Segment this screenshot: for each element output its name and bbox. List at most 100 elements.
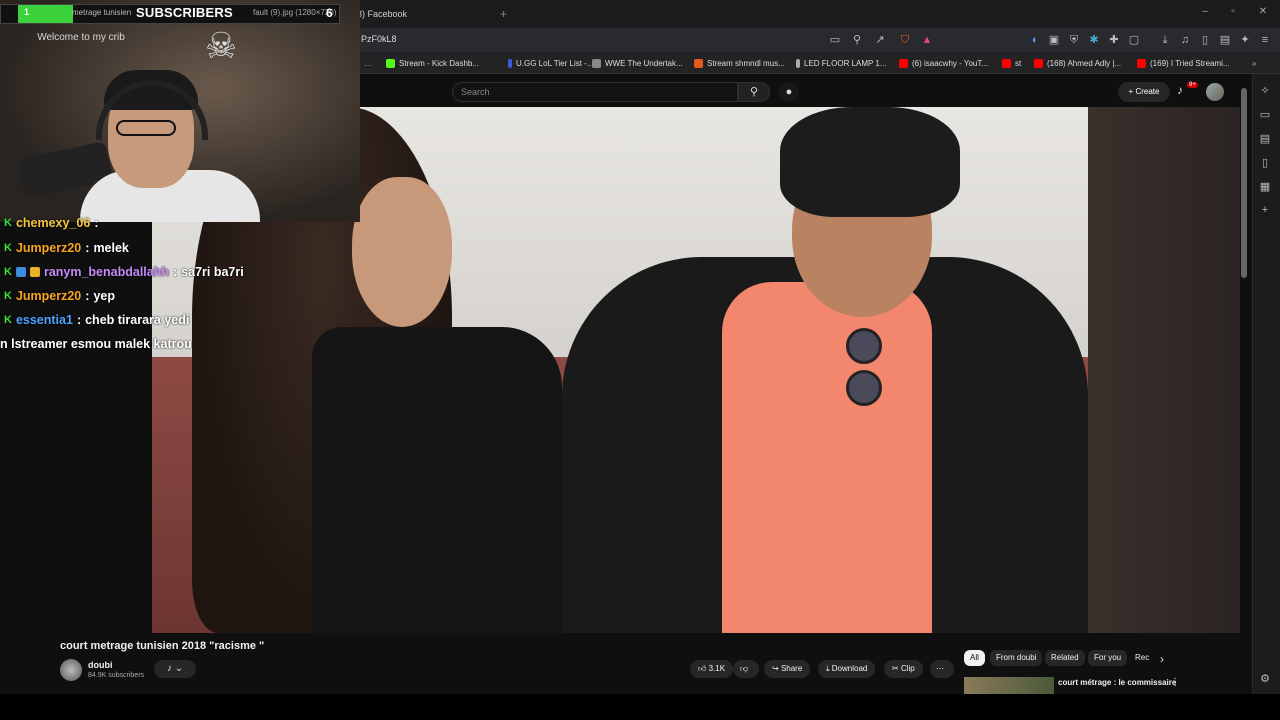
tab-label: (3) Facebook — [354, 9, 408, 19]
bookmarks-icon[interactable]: ▯ — [1258, 156, 1272, 170]
playlist-icon[interactable]: ▭ — [1258, 108, 1272, 122]
gear-icon[interactable]: ⚙ — [1258, 672, 1272, 686]
extension-icon[interactable]: ▣ — [1047, 33, 1061, 47]
search-icon[interactable]: ⚲ — [738, 82, 770, 102]
avatar[interactable] — [1206, 83, 1224, 101]
puzzle-icon[interactable]: ✚ — [1107, 33, 1121, 47]
screenshot-icon[interactable]: ▢ — [1127, 33, 1141, 47]
clip-button[interactable]: ✂ Clip — [884, 660, 923, 678]
ugg-icon — [508, 58, 512, 68]
chat-message: K chemexy_06 : — [4, 212, 99, 234]
chat-separator: : — [94, 216, 99, 230]
bookmarks-overflow-icon[interactable]: » — [1252, 56, 1256, 70]
maximize-icon[interactable]: ▫ — [1226, 6, 1240, 20]
bookmark-item[interactable]: WWE The Undertak... — [592, 56, 683, 70]
chat-separator: : — [85, 289, 90, 303]
download-icon[interactable]: ⤓ — [1158, 33, 1172, 47]
bell-icon: ♪ — [166, 663, 172, 674]
channel-name[interactable]: doubi — [88, 660, 113, 670]
chat-message: K essentia1 : cheb tirarara yedi — [4, 309, 189, 331]
more-actions-button[interactable]: ⋯ — [930, 660, 954, 678]
reading-list-icon[interactable]: ▦ — [1258, 180, 1272, 194]
more-icon: ⋯ — [936, 664, 944, 673]
wallet-icon[interactable]: ◖ — [1027, 33, 1041, 47]
dislike-button[interactable]: 👎︎ — [733, 660, 759, 678]
sidebar-icon[interactable]: ▯ — [1198, 33, 1212, 47]
youtube-icon — [1137, 58, 1146, 68]
chip-from-channel[interactable]: From doubi — [990, 650, 1043, 666]
create-label: Create — [1135, 87, 1160, 96]
download-button[interactable]: ⤓ Download — [818, 660, 876, 678]
close-icon[interactable]: ✕ — [1256, 6, 1270, 20]
kick-badge-icon: K — [4, 290, 12, 302]
bookmark-item[interactable]: LED FLOOR LAMP 1... — [796, 56, 887, 70]
microphone-icon[interactable]: ● — [779, 82, 799, 102]
tab-behind-text: fault (9).jpg (1280×720) — [253, 8, 337, 17]
download-label: Download — [831, 664, 868, 673]
video-ambient-area — [1088, 107, 1240, 633]
new-tab-button[interactable]: + — [500, 4, 507, 24]
vpn-icon[interactable]: ⛨ — [1067, 33, 1081, 47]
zoom-icon[interactable]: ⚲ — [850, 33, 864, 47]
chip-for-you[interactable]: For you — [1088, 650, 1128, 666]
bookmark-item[interactable]: Stream shmndl mus... — [694, 56, 785, 70]
subscriber-goal: 6 — [326, 6, 333, 20]
bookmark-item[interactable]: (6) isaacwhy - YouT... — [899, 56, 988, 70]
video-frame-figure — [312, 327, 562, 633]
wwe-icon — [592, 58, 601, 68]
chevron-down-icon: ⌄ — [174, 663, 184, 674]
channel-subscribers: 84.9K subscribers — [88, 672, 145, 679]
chat-text: melek — [93, 241, 129, 255]
video-frame-sunglasses — [842, 322, 886, 422]
kick-badge-icon: K — [4, 314, 12, 326]
bookmark-item[interactable]: st — [1002, 56, 1021, 70]
notification-badge: 9+ — [1187, 82, 1198, 88]
chat-username: Jumperz20 — [15, 289, 82, 303]
lamp-icon — [796, 58, 800, 68]
recommendation-title[interactable]: court métrage : le commissaire — [1058, 678, 1176, 687]
wallet-icon[interactable]: ▤ — [1258, 132, 1272, 146]
minimize-icon[interactable]: – — [1198, 6, 1212, 20]
tab-behind-text: metrage tunisien — [72, 8, 132, 17]
chat-message: n lstreamer esmou malek katrou — [0, 333, 192, 355]
cast-icon[interactable]: ▭ — [828, 33, 842, 47]
chip-recent[interactable]: Rec — [1129, 650, 1155, 666]
channel-avatar[interactable] — [60, 659, 82, 681]
leo-icon[interactable]: ✧ — [1258, 84, 1272, 98]
bookmark-item[interactable]: (169) I Tried Streami... — [1137, 56, 1230, 70]
create-button[interactable]: + Create — [1118, 82, 1170, 102]
more-icon[interactable]: ⋮ — [1170, 677, 1180, 688]
bookmark-item[interactable]: Stream - Kick Dashb... — [386, 56, 479, 70]
chat-username: Jumperz20 — [15, 241, 82, 255]
menu-icon[interactable]: ≡ — [1258, 33, 1272, 47]
youtube-icon — [899, 58, 908, 68]
wallet-icon[interactable]: ▤ — [1218, 33, 1232, 47]
chevron-right-icon[interactable]: › — [1160, 652, 1164, 666]
like-button[interactable]: 👍︎ 3.1K — [690, 660, 734, 678]
chat-text: n lstreamer esmou malek katrou — [0, 337, 192, 351]
scrollbar[interactable] — [1241, 88, 1247, 278]
search-input[interactable]: Search — [452, 82, 738, 102]
bookmark-item[interactable]: (168) Ahmed Adly |... — [1034, 56, 1121, 70]
extension-icon[interactable]: ✱ — [1087, 33, 1101, 47]
bookmark-item[interactable]: U.GG LoL Tier List -... — [508, 56, 594, 70]
verified-badge-icon — [15, 267, 26, 277]
rewards-icon[interactable]: ▲ — [920, 33, 934, 47]
webcam-overlay: Welcome to my crib ☠ — [0, 0, 360, 222]
youtube-icon — [1002, 58, 1011, 68]
chip-related[interactable]: Related — [1045, 650, 1085, 666]
share-button[interactable]: ↪ Share — [764, 660, 811, 678]
chip-all[interactable]: All — [964, 650, 985, 666]
download-icon: ⤓ — [826, 664, 830, 673]
leo-icon[interactable]: ✦ — [1238, 33, 1252, 47]
music-icon[interactable]: ♫ — [1178, 33, 1192, 47]
chat-text: yep — [93, 289, 115, 303]
video-frame-figure — [352, 177, 452, 327]
subscribed-bell-button[interactable]: ♪ ⌄ — [154, 660, 196, 678]
recommendation-thumbnail[interactable] — [964, 677, 1054, 694]
brave-shield-icon[interactable]: ⛉ — [898, 33, 912, 47]
add-icon[interactable]: + — [1258, 204, 1272, 218]
video-title: court metrage tunisien 2018 "racisme " — [60, 640, 265, 652]
more-bookmarks-icon[interactable]: … — [364, 56, 372, 70]
share-page-icon[interactable]: ↗ — [873, 33, 887, 47]
